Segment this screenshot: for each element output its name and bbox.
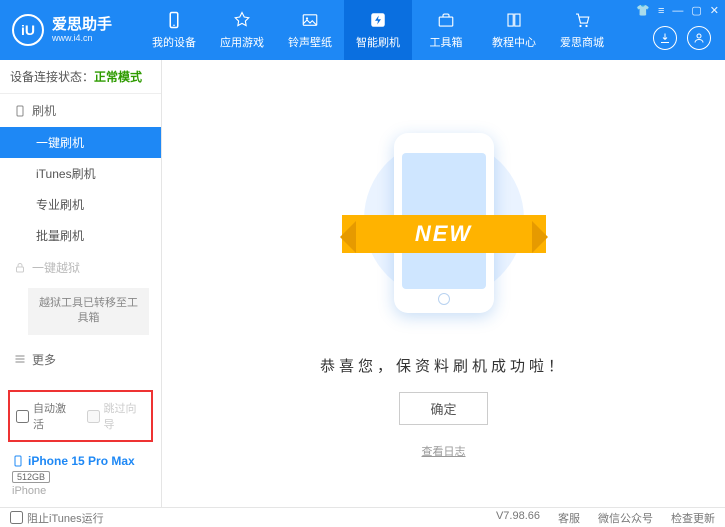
group-more[interactable]: 更多 xyxy=(0,343,161,376)
success-illustration: NEW xyxy=(354,129,534,349)
toolbox-icon xyxy=(436,10,456,30)
sidebar-item-other[interactable]: 其他工具 xyxy=(0,376,161,384)
cart-icon xyxy=(572,10,592,30)
jailbreak-note: 越狱工具已转移至工具箱 xyxy=(28,288,149,335)
skip-guide-checkbox[interactable]: 跳过向导 xyxy=(87,400,146,432)
nav-ringtones[interactable]: 铃声壁纸 xyxy=(276,0,344,60)
phone-small-icon xyxy=(12,454,24,468)
main-panel: NEW 恭喜您，保资料刷机成功啦！ 确定 查看日志 xyxy=(162,60,725,507)
download-button[interactable] xyxy=(653,26,677,50)
sidebar-item-pro[interactable]: 专业刷机 xyxy=(0,189,161,220)
nav-label: 爱思商城 xyxy=(560,34,604,50)
flash-icon xyxy=(368,10,388,30)
auto-options-box: 自动激活 跳过向导 xyxy=(8,390,153,442)
user-button[interactable] xyxy=(687,26,711,50)
block-itunes-checkbox[interactable]: 阻止iTunes运行 xyxy=(10,510,104,526)
nav-label: 工具箱 xyxy=(430,34,463,50)
ok-button[interactable]: 确定 xyxy=(399,392,487,425)
sidebar-item-batch[interactable]: 批量刷机 xyxy=(0,220,161,251)
nav-label: 应用游戏 xyxy=(220,34,264,50)
image-icon xyxy=(300,10,320,30)
group-jailbreak: 一键越狱 xyxy=(0,251,161,284)
nav-label: 铃声壁纸 xyxy=(288,34,332,50)
book-icon xyxy=(504,10,524,30)
sidebar-item-itunes[interactable]: iTunes刷机 xyxy=(0,158,161,189)
support-link[interactable]: 客服 xyxy=(558,510,580,526)
more-icon xyxy=(14,353,26,365)
top-nav: 我的设备 应用游戏 铃声壁纸 智能刷机 工具箱 教程中心 爱思商城 xyxy=(140,0,616,60)
success-message: 恭喜您，保资料刷机成功啦！ xyxy=(320,355,567,376)
device-status: 设备连接状态：正常模式 xyxy=(0,60,161,94)
auto-activate-checkbox[interactable]: 自动激活 xyxy=(16,400,75,432)
new-ribbon: NEW xyxy=(342,215,546,253)
window-controls: 👕 ≡ — ▢ ✕ xyxy=(636,4,719,17)
status-bar: 阻止iTunes运行 V7.98.66 客服 微信公众号 检查更新 xyxy=(0,507,725,527)
nav-label: 智能刷机 xyxy=(356,34,400,50)
sidebar: 设备连接状态：正常模式 刷机 一键刷机 iTunes刷机 专业刷机 批量刷机 一… xyxy=(0,60,162,507)
menu-icon[interactable]: ≡ xyxy=(658,5,664,17)
logo-icon: iU xyxy=(12,14,44,46)
minimize-icon[interactable]: — xyxy=(672,5,683,17)
nav-toolbox[interactable]: 工具箱 xyxy=(412,0,480,60)
skin-icon[interactable]: 👕 xyxy=(636,4,650,17)
apps-icon xyxy=(232,10,252,30)
nav-my-device[interactable]: 我的设备 xyxy=(140,0,208,60)
nav-store[interactable]: 爱思商城 xyxy=(548,0,616,60)
close-icon[interactable]: ✕ xyxy=(710,4,719,17)
wechat-link[interactable]: 微信公众号 xyxy=(598,510,653,526)
nav-apps[interactable]: 应用游戏 xyxy=(208,0,276,60)
update-link[interactable]: 检查更新 xyxy=(671,510,715,526)
brand-title: 爱思助手 xyxy=(52,17,112,34)
logo: iU 爱思助手 www.i4.cn xyxy=(0,14,140,46)
storage-badge: 512GB xyxy=(12,471,50,483)
maximize-icon[interactable]: ▢ xyxy=(691,4,701,17)
version-label: V7.98.66 xyxy=(496,510,540,526)
nav-label: 教程中心 xyxy=(492,34,536,50)
flash-small-icon xyxy=(14,105,26,117)
nav-flash[interactable]: 智能刷机 xyxy=(344,0,412,60)
nav-tutorials[interactable]: 教程中心 xyxy=(480,0,548,60)
sidebar-item-oneclick[interactable]: 一键刷机 xyxy=(0,127,161,158)
app-header: iU 爱思助手 www.i4.cn 我的设备 应用游戏 铃声壁纸 智能刷机 工具… xyxy=(0,0,725,60)
brand-subtitle: www.i4.cn xyxy=(52,33,112,43)
view-log-link[interactable]: 查看日志 xyxy=(422,443,466,459)
device-icon xyxy=(164,10,184,30)
device-info: iPhone 15 Pro Max 512GB iPhone xyxy=(0,448,161,507)
nav-label: 我的设备 xyxy=(152,34,196,50)
group-flash[interactable]: 刷机 xyxy=(0,94,161,127)
device-type: iPhone xyxy=(12,485,149,497)
device-name[interactable]: iPhone 15 Pro Max xyxy=(12,454,149,468)
lock-icon xyxy=(14,262,26,274)
